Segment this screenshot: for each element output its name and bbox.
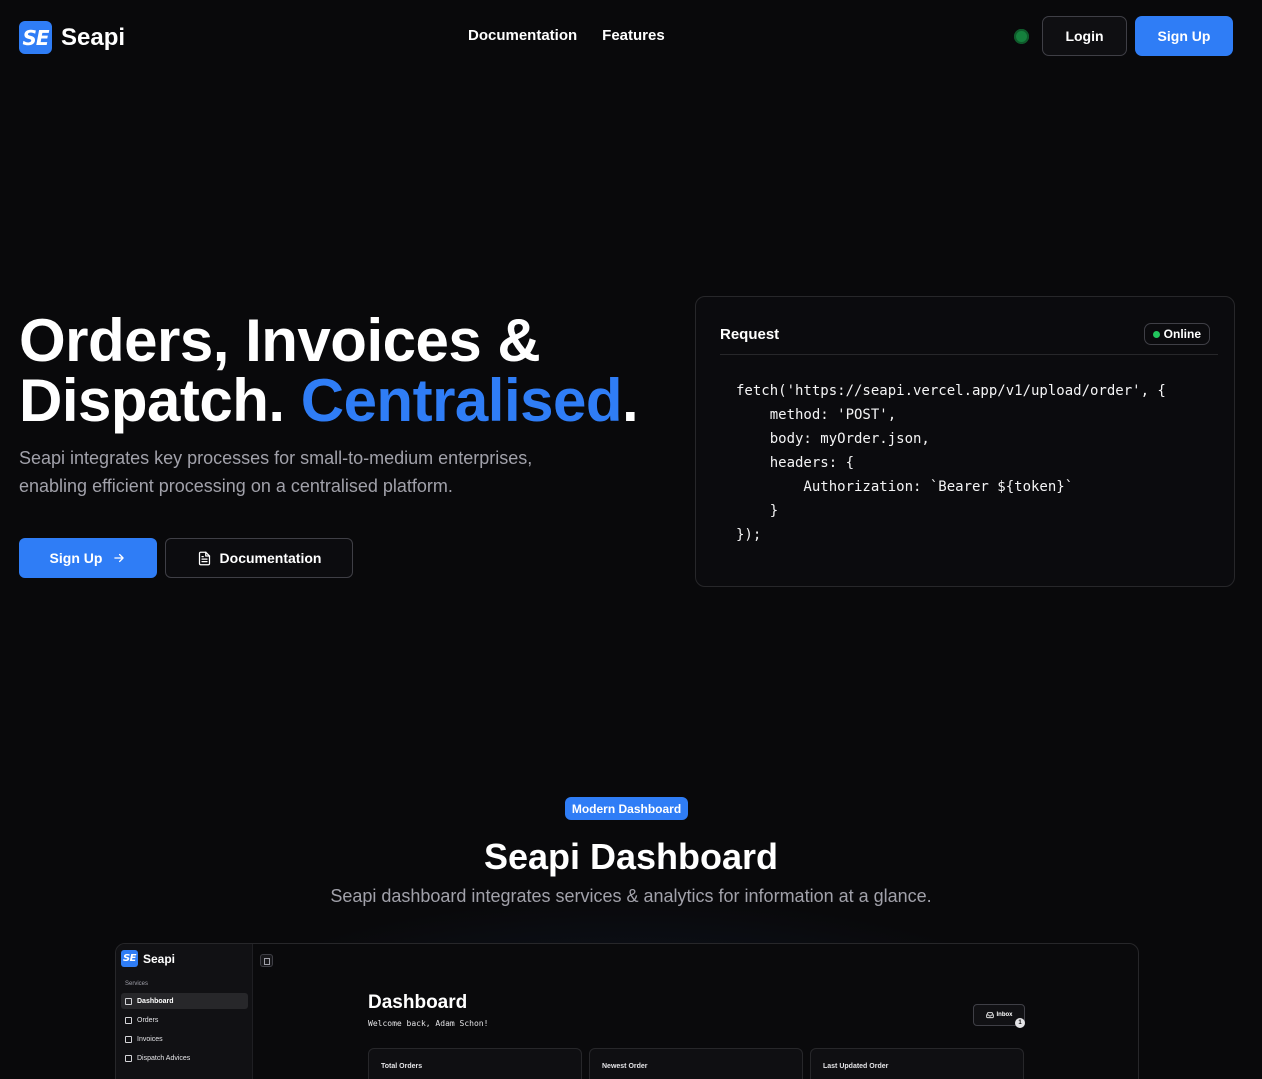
dashboard-section-title: Seapi Dashboard [483,836,779,877]
request-card-header: Request Online [720,321,1218,355]
signup-button[interactable]: Sign Up [1135,16,1233,56]
preview-sidebar-label: Dashboard [137,997,174,1005]
hero-signup-label: Sign Up [49,550,103,566]
preview-card-newest-order: Newest Order [589,1048,803,1079]
preview-inbox-label: Inbox [996,1012,1013,1018]
preview-sidebar-label: Orders [137,1016,159,1024]
hero-subtitle: Seapi integrates key processes for small… [19,448,533,496]
preview-sidebar-label: Dispatch Advices [137,1054,191,1062]
login-button[interactable]: Login [1042,16,1127,56]
preview-sidebar-item-invoices[interactable]: Invoices [121,1031,248,1047]
status-indicator [1014,29,1029,44]
document-icon [198,551,210,565]
dashboard-section-subtitle: Seapi dashboard integrates services & an… [330,886,932,906]
hero-title-line2: Dispatch. [19,367,301,434]
inbox-count-badge: 1 [1015,1018,1025,1028]
preview-card-label: Total Orders [381,1063,423,1070]
hero-documentation-button[interactable]: Documentation [165,538,353,578]
preview-welcome-text: Welcome back, Adam Schon! [368,1019,489,1028]
preview-card-label: Last Updated Order [823,1063,889,1070]
hero-title: Orders, Invoices & Dispatch. Centralised… [19,311,659,431]
preview-logo: SE Seapi [121,950,175,967]
preview-card-last-updated-order: Last Updated Order [810,1048,1024,1079]
modern-dashboard-badge: Modern Dashboard [565,797,688,820]
receipt-icon [125,1035,132,1043]
inbox-icon [985,1012,994,1019]
brand-logo[interactable]: SE Seapi [19,21,125,54]
preview-brand-name: Seapi [143,951,176,966]
preview-sidebar-label: Invoices [137,1035,163,1043]
sidebar-toggle-icon[interactable] [260,954,273,967]
online-dot-icon [1152,330,1160,338]
nav-links: Documentation Features [468,27,665,44]
boxes-icon [125,1054,132,1062]
hero-title-line1: Orders, Invoices & [19,307,541,374]
preview-sidebar-item-dashboard[interactable]: Dashboard [121,993,248,1009]
preview-sidebar-item-orders[interactable]: Orders [121,1012,248,1028]
preview-logo-mark: SE [121,950,138,967]
brand-name: Seapi [61,23,126,51]
layout-icon [125,997,132,1005]
preview-section-label: Services [125,981,149,987]
preview-sidebar-item-dispatch-advices[interactable]: Dispatch Advices [121,1050,248,1066]
hero-docs-label: Documentation [219,550,322,566]
request-code-block: fetch('https://seapi.vercel.app/v1/uploa… [736,383,1166,543]
basket-icon [125,1016,132,1024]
arrow-right-icon [114,553,125,563]
preview-card-label: Newest Order [602,1063,648,1070]
hero-signup-button[interactable]: Sign Up [19,538,157,578]
nav-link-features[interactable]: Features [602,27,665,44]
preview-sidebar: SE Seapi Services Dashboard Orders Invoi… [116,944,253,1079]
preview-card-total-orders: Total Orders [368,1048,582,1079]
logo-mark: SE [19,21,52,54]
navbar: SE Seapi Documentation Features Login Si… [0,0,1262,72]
online-status-label: Online [1163,327,1201,341]
nav-link-documentation[interactable]: Documentation [468,27,577,44]
hero-title-accent: Centralised [300,367,623,434]
request-card-title: Request [720,326,780,343]
dashboard-preview: SE Seapi Services Dashboard Orders Invoi… [115,943,1139,1079]
preview-page-title: Dashboard [368,992,468,1013]
online-status-badge: Online [1143,323,1210,345]
request-card: Request Online fetch('https://seapi.verc… [695,296,1235,587]
hero-title-period: . [622,367,639,434]
